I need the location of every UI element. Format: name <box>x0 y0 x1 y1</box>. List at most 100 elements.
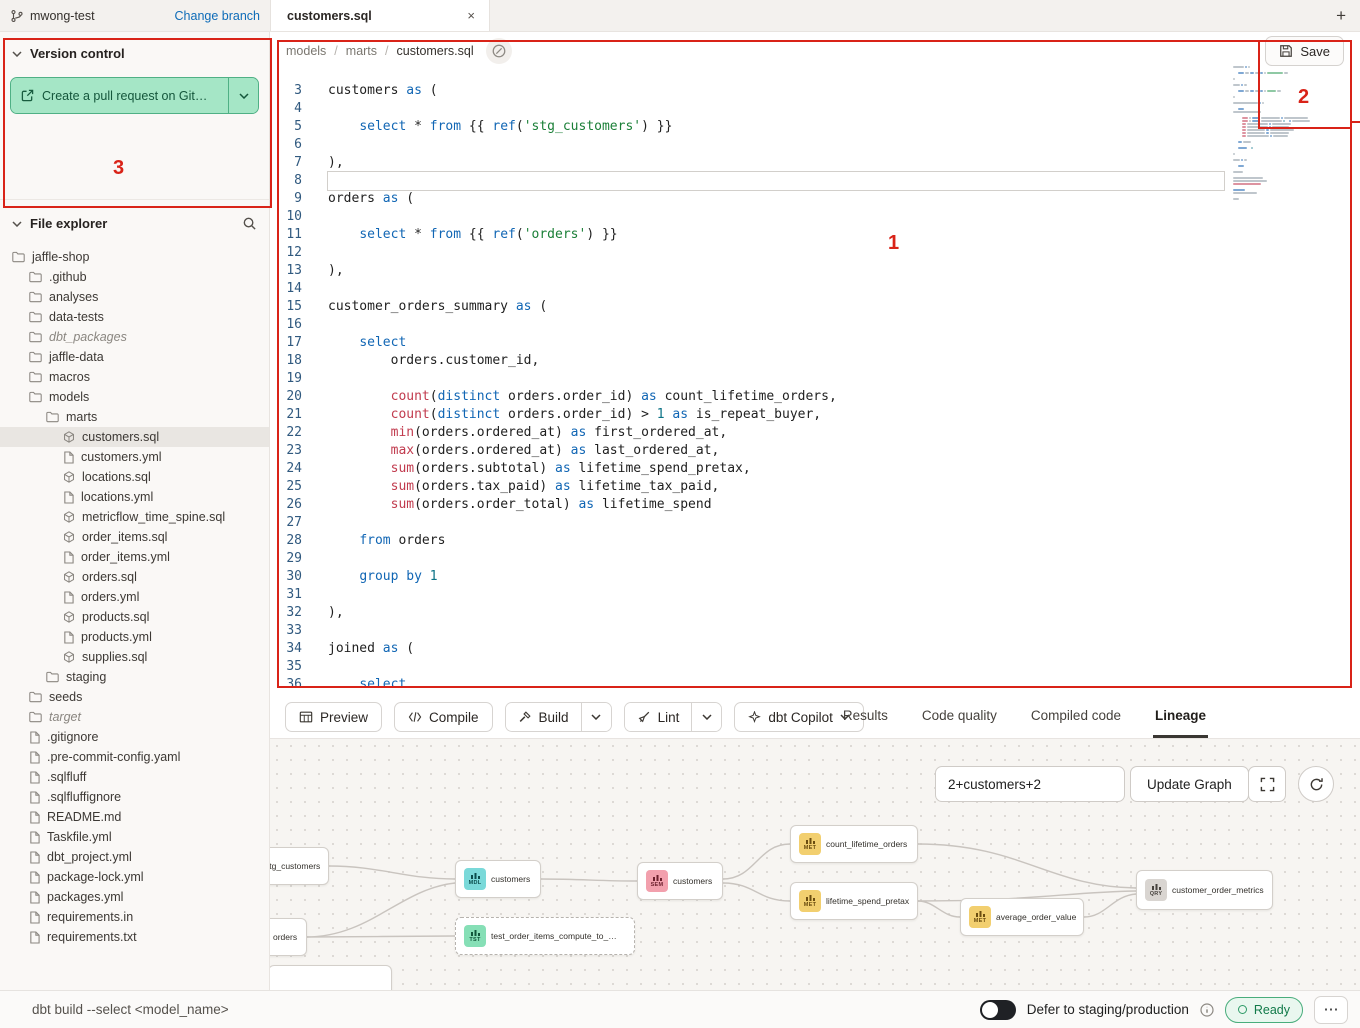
refresh-icon[interactable] <box>1298 766 1334 802</box>
tree-item-locations.sql[interactable]: locations.sql <box>0 467 269 487</box>
tree-item-jaffle-data[interactable]: jaffle-data <box>0 347 269 367</box>
compile-button[interactable]: Compile <box>394 702 493 732</box>
code-line-12[interactable] <box>328 244 1360 262</box>
code-line-15[interactable]: customer_orders_summary as ( <box>328 298 1360 316</box>
code-line-5[interactable]: select * from {{ ref('stg_customers') }} <box>328 118 1360 136</box>
tree-item-analyses[interactable]: analyses <box>0 287 269 307</box>
version-control-header[interactable]: Version control <box>0 32 269 69</box>
code-line-9[interactable]: orders as ( <box>328 190 1360 208</box>
tree-item-target[interactable]: target <box>0 707 269 727</box>
tree-item-products.yml[interactable]: products.yml <box>0 627 269 647</box>
lineage-node-orders[interactable]: MDL orders <box>270 918 307 956</box>
code-line-20[interactable]: count(distinct orders.order_id) as count… <box>328 388 1360 406</box>
tree-item-.gitignore[interactable]: .gitignore <box>0 727 269 747</box>
lineage-node-average-order-value[interactable]: MET average_order_value <box>960 898 1084 936</box>
tree-item-.pre-commit-config.yaml[interactable]: .pre-commit-config.yaml <box>0 747 269 767</box>
info-icon[interactable] <box>1200 1003 1214 1017</box>
code-line-34[interactable]: joined as ( <box>328 640 1360 658</box>
code-line-35[interactable] <box>328 658 1360 676</box>
create-pr-dropdown-button[interactable] <box>228 78 258 113</box>
search-icon[interactable] <box>242 216 257 231</box>
code-editor[interactable]: 3456789101112131415161718192021222324252… <box>270 70 1360 696</box>
lineage-node-partial[interactable] <box>270 965 392 990</box>
tree-item-macros[interactable]: macros <box>0 367 269 387</box>
tree-item-README.md[interactable]: README.md <box>0 807 269 827</box>
tree-item-packages.yml[interactable]: packages.yml <box>0 887 269 907</box>
save-button[interactable]: Save <box>1265 36 1344 66</box>
lineage-node-stg-customers[interactable]: MDL stg_customers <box>270 847 329 885</box>
code-line-18[interactable]: orders.customer_id, <box>328 352 1360 370</box>
status-badge[interactable]: Ready <box>1225 997 1303 1023</box>
code-line-36[interactable]: select <box>328 676 1360 694</box>
lineage-node-customers-model[interactable]: MDL customers <box>455 860 541 898</box>
breadcrumb-models[interactable]: models <box>286 44 326 58</box>
fullscreen-icon[interactable] <box>1248 766 1286 802</box>
tree-item-marts[interactable]: marts <box>0 407 269 427</box>
tree-item-customers.yml[interactable]: customers.yml <box>0 447 269 467</box>
code-line-6[interactable] <box>328 136 1360 154</box>
code-line-4[interactable] <box>328 100 1360 118</box>
lint-button[interactable]: Lint <box>625 703 692 731</box>
code-line-33[interactable] <box>328 622 1360 640</box>
tab-close-icon[interactable]: × <box>465 8 477 23</box>
code-line-10[interactable] <box>328 208 1360 226</box>
build-dropdown-button[interactable] <box>581 703 611 731</box>
update-graph-button[interactable]: Update Graph <box>1130 766 1249 802</box>
lineage-selector-input[interactable] <box>935 766 1125 802</box>
code-line-30[interactable]: group by 1 <box>328 568 1360 586</box>
code-line-16[interactable] <box>328 316 1360 334</box>
lineage-node-lifetime-spend-pretax[interactable]: MET lifetime_spend_pretax <box>790 882 918 920</box>
code-line-3[interactable]: customers as ( <box>328 82 1360 100</box>
tree-item-models[interactable]: models <box>0 387 269 407</box>
code-line-22[interactable]: min(orders.ordered_at) as first_ordered_… <box>328 424 1360 442</box>
lint-dropdown-button[interactable] <box>691 703 721 731</box>
code-line-32[interactable]: ), <box>328 604 1360 622</box>
tab-results[interactable]: Results <box>841 696 890 738</box>
tree-item-metricflow_time_spine.sql[interactable]: metricflow_time_spine.sql <box>0 507 269 527</box>
tree-item-data-tests[interactable]: data-tests <box>0 307 269 327</box>
code-line-11[interactable]: select * from {{ ref('orders') }} <box>328 226 1360 244</box>
tree-item-orders.yml[interactable]: orders.yml <box>0 587 269 607</box>
code-line-17[interactable]: select <box>328 334 1360 352</box>
create-pr-button[interactable]: Create a pull request on Git… <box>11 78 228 113</box>
tree-item-jaffle-shop[interactable]: jaffle-shop <box>0 247 269 267</box>
preview-button[interactable]: Preview <box>285 702 382 732</box>
tree-item-.sqlfluff[interactable]: .sqlfluff <box>0 767 269 787</box>
tab-customers-sql[interactable]: customers.sql × <box>270 0 490 31</box>
tree-item-requirements.in[interactable]: requirements.in <box>0 907 269 927</box>
code-line-26[interactable]: sum(orders.order_total) as lifetime_spen… <box>328 496 1360 514</box>
code-line-19[interactable] <box>328 370 1360 388</box>
build-button[interactable]: Build <box>506 703 581 731</box>
tree-item-order_items.sql[interactable]: order_items.sql <box>0 527 269 547</box>
tree-item-customers.sql[interactable]: customers.sql <box>0 427 269 447</box>
code-line-31[interactable] <box>328 586 1360 604</box>
tab-lineage[interactable]: Lineage <box>1153 696 1208 738</box>
code-line-21[interactable]: count(distinct orders.order_id) > 1 as i… <box>328 406 1360 424</box>
code-line-14[interactable] <box>328 280 1360 298</box>
code-line-7[interactable]: ), <box>328 154 1360 172</box>
code-line-27[interactable] <box>328 514 1360 532</box>
file-status-icon[interactable] <box>486 38 512 64</box>
tree-item-dbt_project.yml[interactable]: dbt_project.yml <box>0 847 269 867</box>
code-line-24[interactable]: sum(orders.subtotal) as lifetime_spend_p… <box>328 460 1360 478</box>
more-options-button[interactable]: ⋯ <box>1314 996 1348 1024</box>
lineage-node-count-lifetime-orders[interactable]: MET count_lifetime_orders <box>790 825 918 863</box>
code-line-29[interactable] <box>328 550 1360 568</box>
minimap[interactable] <box>1233 66 1315 206</box>
new-tab-button[interactable]: + <box>1336 7 1346 24</box>
code-line-28[interactable]: from orders <box>328 532 1360 550</box>
code-line-8[interactable] <box>328 172 1224 190</box>
tree-item-.sqlfluffignore[interactable]: .sqlfluffignore <box>0 787 269 807</box>
tree-item-orders.sql[interactable]: orders.sql <box>0 567 269 587</box>
code-line-25[interactable]: sum(orders.tax_paid) as lifetime_tax_pai… <box>328 478 1360 496</box>
tab-compiled-code[interactable]: Compiled code <box>1029 696 1123 738</box>
tree-item-.github[interactable]: .github <box>0 267 269 287</box>
tree-item-package-lock.yml[interactable]: package-lock.yml <box>0 867 269 887</box>
tree-item-products.sql[interactable]: products.sql <box>0 607 269 627</box>
lineage-node-test-order-items[interactable]: TST test_order_items_compute_to_bools... <box>455 917 635 955</box>
tree-item-staging[interactable]: staging <box>0 667 269 687</box>
tree-item-order_items.yml[interactable]: order_items.yml <box>0 547 269 567</box>
tree-item-locations.yml[interactable]: locations.yml <box>0 487 269 507</box>
tree-item-supplies.sql[interactable]: supplies.sql <box>0 647 269 667</box>
code-line-13[interactable]: ), <box>328 262 1360 280</box>
